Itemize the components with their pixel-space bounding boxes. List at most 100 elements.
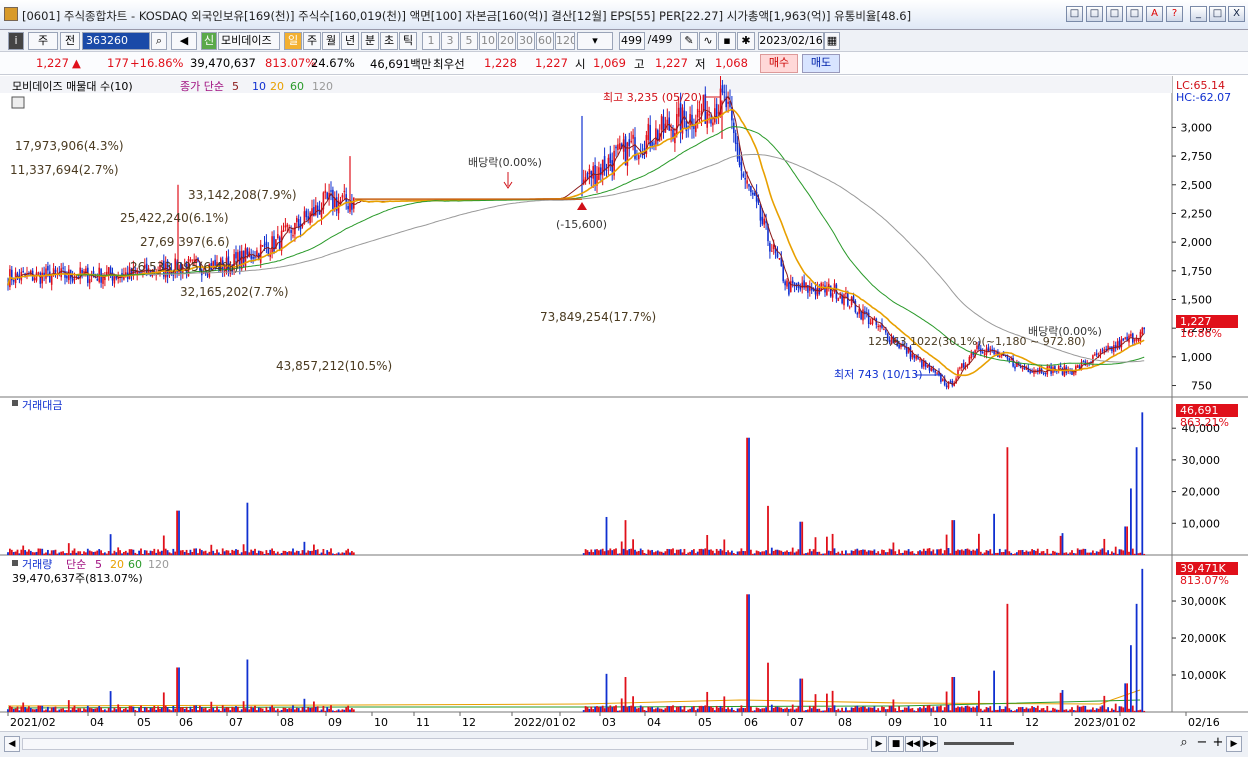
zoom-slider[interactable] xyxy=(944,742,1014,745)
candle-body xyxy=(265,241,268,248)
period-second[interactable]: 초 xyxy=(380,32,398,50)
amount-bar xyxy=(121,553,123,555)
wrench-icon[interactable]: ✎ xyxy=(680,32,698,50)
date-input[interactable]: 2023/02/16 xyxy=(758,32,824,50)
interval-10[interactable]: 10 xyxy=(479,32,497,50)
candle-body xyxy=(957,369,959,378)
copy-button[interactable]: □ xyxy=(1106,6,1123,22)
interval-120[interactable]: 120 xyxy=(555,32,575,50)
plus-icon[interactable]: + xyxy=(1210,736,1226,752)
x-tick-label: 2023/01 xyxy=(1074,716,1120,729)
volume-bar xyxy=(873,706,876,712)
buy-button[interactable]: 매수 xyxy=(760,54,798,73)
volume-bar xyxy=(605,673,608,712)
volume-bar xyxy=(894,708,897,712)
interval-dropdown[interactable]: ▾ xyxy=(577,32,613,50)
interval-5[interactable]: 5 xyxy=(460,32,478,50)
font-button[interactable]: A xyxy=(1146,6,1163,22)
print-button[interactable]: □ xyxy=(1126,6,1143,22)
amount-bar xyxy=(320,552,323,555)
candle-body xyxy=(318,209,321,215)
sell-button[interactable]: 매도 xyxy=(802,54,840,73)
interval-30[interactable]: 30 xyxy=(517,32,535,50)
search-icon[interactable]: ⌕ xyxy=(151,32,167,50)
x-tick-label: 04 xyxy=(90,716,104,729)
amount-bar xyxy=(265,550,268,555)
stock-chart[interactable]: 3,0002,7502,5002,2502,0001,7501,5001,250… xyxy=(0,76,1248,731)
step-forward-icon[interactable]: ▶▶ xyxy=(922,736,938,752)
help-button[interactable]: ? xyxy=(1166,6,1183,22)
candle-body xyxy=(712,122,714,126)
minimize-button[interactable]: _ xyxy=(1190,6,1207,22)
candle-body xyxy=(839,295,841,298)
volume-bar xyxy=(90,708,93,712)
amount-bar xyxy=(1017,550,1020,555)
price-legend-ma-period: 20 xyxy=(270,80,284,93)
interval-60[interactable]: 60 xyxy=(536,32,554,50)
period-day[interactable]: 일 xyxy=(284,32,302,50)
volume-bar xyxy=(947,704,950,712)
interval-1[interactable]: 1 xyxy=(422,32,440,50)
candle-body xyxy=(324,190,327,193)
interval-20[interactable]: 20 xyxy=(498,32,516,50)
volume-bar xyxy=(998,705,1001,712)
search-icon[interactable]: ⌕ xyxy=(1176,736,1192,752)
amount-bar xyxy=(972,549,975,555)
maximize-button[interactable]: □ xyxy=(1209,6,1226,22)
volume-bar xyxy=(729,709,731,712)
volume-bar xyxy=(1023,708,1026,712)
grid-toggle-icon[interactable] xyxy=(11,96,25,109)
full-button[interactable]: 전 xyxy=(60,32,80,50)
candle-body xyxy=(862,309,864,321)
volume-bar xyxy=(1130,645,1132,712)
market-select[interactable]: 주 xyxy=(28,32,58,50)
candle-body xyxy=(871,319,874,324)
period-tick[interactable]: 틱 xyxy=(399,32,417,50)
settings-icon[interactable]: ✱ xyxy=(737,32,755,50)
stop-icon[interactable]: ■ xyxy=(888,736,904,752)
amount-bar xyxy=(267,552,270,555)
period-year[interactable]: 년 xyxy=(341,32,359,50)
close-button[interactable]: X xyxy=(1228,6,1245,22)
scroll-left-button[interactable]: ◀ xyxy=(4,736,20,752)
save-icon[interactable]: ▪ xyxy=(718,32,736,50)
amount-bar xyxy=(35,551,38,555)
amount-bar xyxy=(1033,550,1035,555)
amount-bar xyxy=(983,552,986,555)
amount-bar xyxy=(62,551,64,555)
code-input[interactable]: 363260 xyxy=(82,32,150,50)
volume-bar xyxy=(1016,709,1018,712)
volume-bar xyxy=(753,710,756,712)
amount-bar xyxy=(335,553,338,555)
link-button[interactable]: □ xyxy=(1066,6,1083,22)
volume-bar xyxy=(58,709,61,712)
scroll-track[interactable] xyxy=(22,738,868,750)
amount-pct-tag: 863.21% xyxy=(1180,416,1229,429)
candle-body xyxy=(22,271,24,273)
calendar-icon[interactable]: ▦ xyxy=(824,32,840,50)
volume-bar xyxy=(1107,707,1109,712)
amount-y-label: 20,000 xyxy=(1182,486,1221,499)
scroll-right-button[interactable]: ▶ xyxy=(1226,736,1242,752)
amount-bar xyxy=(86,548,89,555)
step-back-icon[interactable]: ◀◀ xyxy=(905,736,921,752)
period-week[interactable]: 주 xyxy=(303,32,321,50)
play-icon[interactable]: ▶ xyxy=(871,736,887,752)
speaker-icon[interactable]: ◀ xyxy=(171,32,197,50)
amount-bar xyxy=(1080,549,1083,555)
volume-bar xyxy=(1097,708,1100,712)
amount-bar xyxy=(1088,552,1090,555)
interval-3[interactable]: 3 xyxy=(441,32,459,50)
info-icon[interactable]: i xyxy=(8,32,24,50)
volume-bar xyxy=(98,706,101,712)
minus-icon[interactable]: − xyxy=(1194,736,1210,752)
chart-icon[interactable]: ∿ xyxy=(699,32,717,50)
price-pct-tag: 16.86% xyxy=(1180,327,1222,340)
count-input[interactable]: 499 xyxy=(619,32,645,50)
period-month[interactable]: 월 xyxy=(322,32,340,50)
volume-bar xyxy=(940,705,942,712)
x-tick-label: 2022/01 xyxy=(514,716,560,729)
refresh-button[interactable]: □ xyxy=(1086,6,1103,22)
period-minute[interactable]: 분 xyxy=(361,32,379,50)
volume-bar xyxy=(181,707,184,712)
